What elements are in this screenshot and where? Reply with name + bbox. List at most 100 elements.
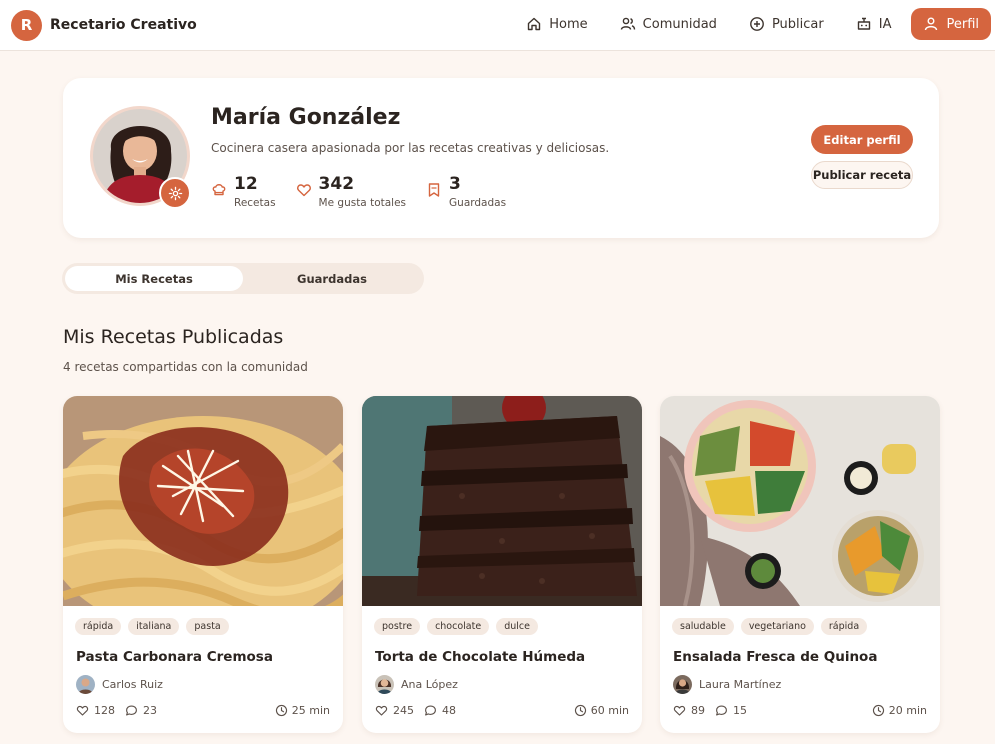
recipe-tag[interactable]: saludable xyxy=(672,618,734,635)
stat-guardadas-label: Guardadas xyxy=(449,197,507,209)
home-icon xyxy=(528,17,541,31)
recipe-tag[interactable]: rápida xyxy=(820,618,868,635)
publish-recipe-button[interactable]: Publicar receta xyxy=(811,161,913,189)
recipe-image-chocolate-cake xyxy=(362,396,642,606)
recipe-tag[interactable]: pasta xyxy=(186,618,229,635)
stat-guardadas: 3 Guardadas xyxy=(426,173,506,209)
cook-time-value: 25 min xyxy=(291,704,330,717)
top-navigation-bar: R Recetario Creativo Home Comunidad Publ… xyxy=(0,0,995,51)
users-icon xyxy=(620,17,635,30)
cook-time: 20 min xyxy=(872,704,927,717)
recipe-author[interactable]: Carlos Ruiz xyxy=(76,675,163,694)
comment-count: 23 xyxy=(143,704,157,717)
brand[interactable]: R Recetario Creativo xyxy=(11,9,197,41)
cook-time: 25 min xyxy=(275,704,330,717)
nav-home-label: Home xyxy=(549,16,588,32)
tab-guardadas[interactable]: Guardadas xyxy=(243,266,421,291)
section-subtitle: 4 recetas compartidas con la comunidad xyxy=(63,360,308,374)
recipe-title[interactable]: Ensalada Fresca de Quinoa xyxy=(673,649,877,665)
recipe-tag[interactable]: rápida xyxy=(75,618,122,635)
recipe-tag[interactable]: postre xyxy=(374,618,421,635)
recipe-tag[interactable]: dulce xyxy=(496,618,538,635)
recipe-card[interactable]: saludable vegetariano rápida Ensalada Fr… xyxy=(660,396,940,733)
plus-circle-icon xyxy=(750,17,764,31)
cook-time-value: 20 min xyxy=(888,704,927,717)
author-avatar xyxy=(673,675,692,694)
comment-count: 15 xyxy=(733,704,747,717)
comment-icon xyxy=(716,705,727,716)
recipe-tag[interactable]: italiana xyxy=(128,618,180,635)
tab-mis-recetas[interactable]: Mis Recetas xyxy=(65,266,243,291)
user-icon xyxy=(925,17,938,31)
comment-count: 48 xyxy=(442,704,456,717)
cook-time-value: 60 min xyxy=(590,704,629,717)
brand-name: Recetario Creativo xyxy=(50,17,197,33)
heart-icon xyxy=(673,705,686,716)
recipe-meta: 128 23 25 min xyxy=(76,704,330,717)
recipe-tags: rápida italiana pasta xyxy=(75,618,236,635)
nav-home[interactable]: Home xyxy=(514,8,599,40)
nav-perfil-label: Perfil xyxy=(946,16,979,32)
stat-recetas-value: 12 xyxy=(234,174,258,194)
author-name: Ana López xyxy=(401,678,458,691)
stat-likes: 342 Me gusta totales xyxy=(296,173,406,209)
nav-publicar[interactable]: Publicar xyxy=(737,8,836,40)
chef-hat-icon xyxy=(212,184,226,196)
heart-icon xyxy=(375,705,388,716)
recipe-meta: 245 48 60 min xyxy=(375,704,629,717)
recipe-tag[interactable]: vegetariano xyxy=(740,618,814,635)
recipe-tags: postre chocolate dulce xyxy=(374,618,545,635)
main-nav: Home Comunidad Publicar IA Perfil xyxy=(506,8,991,40)
bookmark-icon xyxy=(428,183,440,197)
comment-icon xyxy=(126,705,137,716)
comment-button[interactable]: 48 xyxy=(424,704,456,717)
nav-comunidad[interactable]: Comunidad xyxy=(608,8,729,40)
like-count: 245 xyxy=(393,704,414,717)
heart-icon xyxy=(296,184,311,197)
stat-guardadas-value: 3 xyxy=(449,174,461,194)
recipe-title[interactable]: Torta de Chocolate Húmeda xyxy=(375,649,585,665)
brand-logo: R xyxy=(11,9,42,41)
recipe-tags: saludable vegetariano rápida xyxy=(672,618,874,635)
heart-icon xyxy=(76,705,89,716)
like-button[interactable]: 128 xyxy=(76,704,115,717)
stat-recetas-label: Recetas xyxy=(234,197,276,209)
gear-icon xyxy=(168,186,182,200)
cook-time: 60 min xyxy=(574,704,629,717)
recipe-author[interactable]: Ana López xyxy=(375,675,458,694)
section-title: Mis Recetas Publicadas xyxy=(63,326,284,348)
robot-icon xyxy=(857,17,870,30)
author-name: Carlos Ruiz xyxy=(102,678,163,691)
stat-likes-label: Me gusta totales xyxy=(318,197,407,209)
profile-card: María González Cocinera casera apasionad… xyxy=(63,78,939,238)
nav-perfil[interactable]: Perfil xyxy=(911,8,991,40)
like-button[interactable]: 89 xyxy=(673,704,705,717)
edit-profile-button[interactable]: Editar perfil xyxy=(811,125,913,154)
nav-ia-label: IA xyxy=(878,16,892,32)
like-button[interactable]: 245 xyxy=(375,704,414,717)
profile-tabs: Mis Recetas Guardadas xyxy=(62,263,424,294)
clock-icon xyxy=(574,704,586,717)
recipe-title[interactable]: Pasta Carbonara Cremosa xyxy=(76,649,273,665)
recipe-card[interactable]: postre chocolate dulce Torta de Chocolat… xyxy=(362,396,642,733)
profile-stats: 12 Recetas 342 Me gusta totales 3 Guarda… xyxy=(211,173,526,209)
clock-icon xyxy=(872,704,884,717)
author-avatar xyxy=(375,675,394,694)
recipe-card[interactable]: rápida italiana pasta Pasta Carbonara Cr… xyxy=(63,396,343,733)
recipe-image-pasta xyxy=(63,396,343,606)
nav-ia[interactable]: IA xyxy=(844,8,904,40)
profile-name: María González xyxy=(211,105,401,130)
recipe-image-quinoa-salad xyxy=(660,396,940,606)
comment-button[interactable]: 23 xyxy=(125,704,157,717)
author-avatar xyxy=(76,675,95,694)
like-count: 89 xyxy=(691,704,705,717)
recipe-author[interactable]: Laura Martínez xyxy=(673,675,781,694)
avatar-settings-button[interactable] xyxy=(159,177,191,209)
comment-button[interactable]: 15 xyxy=(715,704,747,717)
recipe-tag[interactable]: chocolate xyxy=(427,618,490,635)
nav-comunidad-label: Comunidad xyxy=(642,16,717,32)
comment-icon xyxy=(425,705,436,716)
profile-avatar-wrap xyxy=(90,106,191,209)
nav-publicar-label: Publicar xyxy=(771,16,824,32)
profile-bio: Cocinera casera apasionada por las recet… xyxy=(211,141,610,155)
